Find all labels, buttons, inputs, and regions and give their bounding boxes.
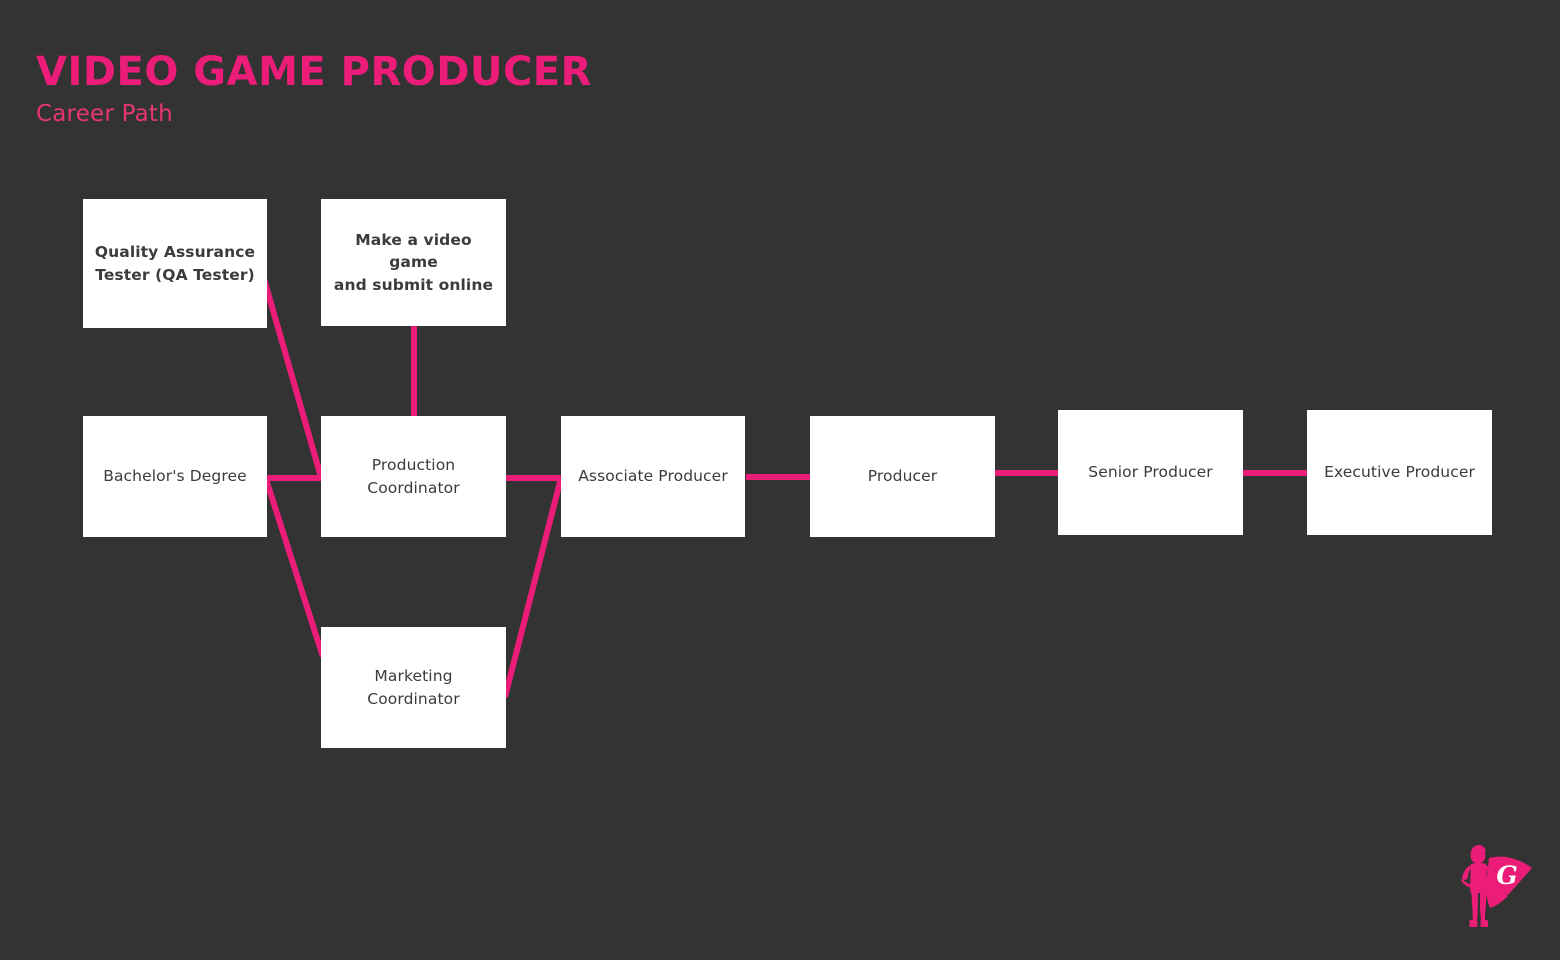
page-subtitle: Career Path bbox=[36, 101, 173, 127]
diagram-canvas: VIDEO GAME PRODUCER Career Path Quality … bbox=[0, 0, 1560, 960]
node-label-line2: and submit online bbox=[333, 275, 494, 294]
edge-marketing-to-associate bbox=[502, 477, 564, 698]
page-title: VIDEO GAME PRODUCER bbox=[36, 49, 592, 95]
node-label-executive_producer: Executive Producer bbox=[1324, 463, 1475, 482]
node-label-line2: Tester (QA Tester) bbox=[95, 265, 255, 284]
edge-qa-to-production bbox=[261, 278, 324, 478]
node-production_coordinator[interactable]: Production Coordinator bbox=[321, 416, 506, 537]
edge-bachelors-to-marketing bbox=[263, 478, 326, 658]
node-label-line1: Make a video game bbox=[355, 230, 472, 272]
node-qa_tester[interactable]: Quality Assurance Tester (QA Tester) bbox=[83, 199, 267, 328]
header: VIDEO GAME PRODUCER Career Path bbox=[36, 52, 736, 126]
node-label-production_coordinator: Production Coordinator bbox=[367, 454, 459, 499]
node-label-line1: Marketing bbox=[374, 667, 453, 686]
node-make_game[interactable]: Make a video game and submit online bbox=[321, 199, 506, 326]
node-label-make_game: Make a video game and submit online bbox=[331, 229, 496, 296]
logo-letter-g: G bbox=[1496, 861, 1517, 890]
node-label-line2: Coordinator bbox=[367, 689, 460, 708]
node-label-associate_producer: Associate Producer bbox=[578, 467, 728, 486]
node-marketing_coordinator[interactable]: Marketing Coordinator bbox=[321, 627, 506, 748]
node-label-bachelors_degree: Bachelor's Degree bbox=[103, 467, 247, 486]
node-label-line1: Production bbox=[371, 456, 456, 475]
node-label-line2: Coordinator bbox=[367, 478, 460, 497]
node-bachelors_degree[interactable]: Bachelor's Degree bbox=[83, 416, 267, 537]
logo-figure-icon bbox=[1461, 845, 1492, 927]
node-senior_producer[interactable]: Senior Producer bbox=[1058, 410, 1243, 535]
node-label-senior_producer: Senior Producer bbox=[1088, 463, 1213, 482]
superhero-g-logo: G bbox=[1461, 845, 1532, 927]
node-label-qa_tester: Quality Assurance Tester (QA Tester) bbox=[95, 241, 255, 286]
node-label-line1: Quality Assurance bbox=[94, 243, 256, 262]
node-label-producer: Producer bbox=[867, 467, 938, 486]
node-associate_producer[interactable]: Associate Producer bbox=[561, 416, 745, 537]
node-executive_producer[interactable]: Executive Producer bbox=[1307, 410, 1492, 535]
node-label-marketing_coordinator: Marketing Coordinator bbox=[367, 665, 459, 710]
node-producer[interactable]: Producer bbox=[810, 416, 995, 537]
